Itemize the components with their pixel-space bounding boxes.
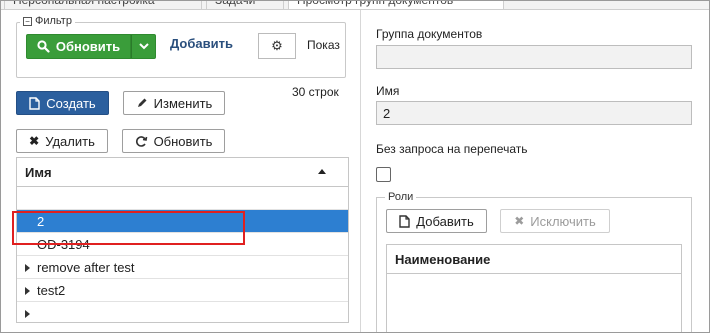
table-row[interactable]: OD-3194 xyxy=(17,233,348,256)
expand-arrow-icon[interactable] xyxy=(25,264,30,272)
group-field[interactable] xyxy=(376,45,692,69)
document-icon xyxy=(29,96,40,110)
roles-add-button[interactable]: Добавить xyxy=(386,209,487,233)
table-row[interactable]: test2 xyxy=(17,279,348,302)
sort-ascending-icon[interactable] xyxy=(318,169,326,174)
roles-exclude-button[interactable]: ✖ Исключить xyxy=(500,209,610,233)
row-label: remove after test xyxy=(37,259,135,275)
filter-legend-label: Фильтр xyxy=(35,15,72,27)
create-label: Создать xyxy=(46,95,96,111)
expand-arrow-icon[interactable] xyxy=(25,287,30,295)
table-row[interactable] xyxy=(17,302,348,322)
delete-label: Удалить xyxy=(45,133,95,149)
tab-tasks[interactable]: Задачи xyxy=(206,0,284,9)
chevron-down-icon xyxy=(138,43,149,50)
filter-refresh-button[interactable]: Обновить xyxy=(26,34,131,59)
roles-add-label: Добавить xyxy=(416,213,474,229)
collapse-icon[interactable]: − xyxy=(23,16,32,26)
tab-document-groups[interactable]: Просмотр групп документов xyxy=(288,0,504,9)
no-reprint-label: Без запроса на перепечать xyxy=(376,142,528,156)
filter-refresh-label: Обновить xyxy=(55,39,121,54)
document-icon xyxy=(399,214,410,228)
tab-personal-settings[interactable]: Персональная настройка xyxy=(4,0,202,9)
rows-count: 30 строк xyxy=(292,85,339,99)
close-icon: ✖ xyxy=(514,214,525,228)
refresh-button[interactable]: Обновить xyxy=(122,129,225,153)
filter-legend[interactable]: − Фильтр xyxy=(20,15,75,27)
name-field[interactable]: 2 xyxy=(376,101,692,125)
roles-grid-header[interactable]: Наименование xyxy=(387,245,681,274)
tab-strip: Персональная настройка Задачи Просмотр г… xyxy=(0,0,710,10)
delete-button[interactable]: ✖ Удалить xyxy=(16,129,108,153)
create-button[interactable]: Создать xyxy=(16,91,109,115)
edit-button[interactable]: Изменить xyxy=(123,91,225,115)
show-label: Показ xyxy=(307,38,340,52)
table-row-selected[interactable]: 2 xyxy=(17,210,348,233)
grid-header-name[interactable]: Имя xyxy=(17,158,348,187)
groups-grid: Имя 2 OD-3194 remove after test test2 xyxy=(16,157,349,323)
roles-grid: Наименование xyxy=(386,244,682,333)
row-label: OD-3194 xyxy=(37,236,90,252)
edit-label: Изменить xyxy=(153,95,213,111)
table-row[interactable]: remove after test xyxy=(17,256,348,279)
pencil-icon xyxy=(137,98,147,107)
close-icon: ✖ xyxy=(29,134,40,148)
no-reprint-checkbox[interactable] xyxy=(376,167,391,182)
panel-divider[interactable] xyxy=(360,10,361,333)
roles-legend: Роли xyxy=(385,191,417,203)
expand-arrow-icon[interactable] xyxy=(25,310,30,318)
roles-header-label: Наименование xyxy=(395,251,491,267)
table-row[interactable] xyxy=(17,187,348,210)
settings-button[interactable]: ⚙ xyxy=(258,33,296,59)
name-field-label: Имя xyxy=(376,84,400,98)
row-label: 2 xyxy=(37,213,45,229)
grid-header-label: Имя xyxy=(25,164,52,180)
refresh-icon xyxy=(135,135,147,147)
filter-add-link[interactable]: Добавить xyxy=(170,36,233,51)
group-field-label: Группа документов xyxy=(376,27,483,41)
refresh-label: Обновить xyxy=(153,133,213,149)
filter-refresh-dropdown[interactable] xyxy=(131,34,156,59)
gear-icon: ⚙ xyxy=(271,38,283,53)
roles-exclude-label: Исключить xyxy=(530,213,596,229)
search-icon xyxy=(37,40,50,53)
